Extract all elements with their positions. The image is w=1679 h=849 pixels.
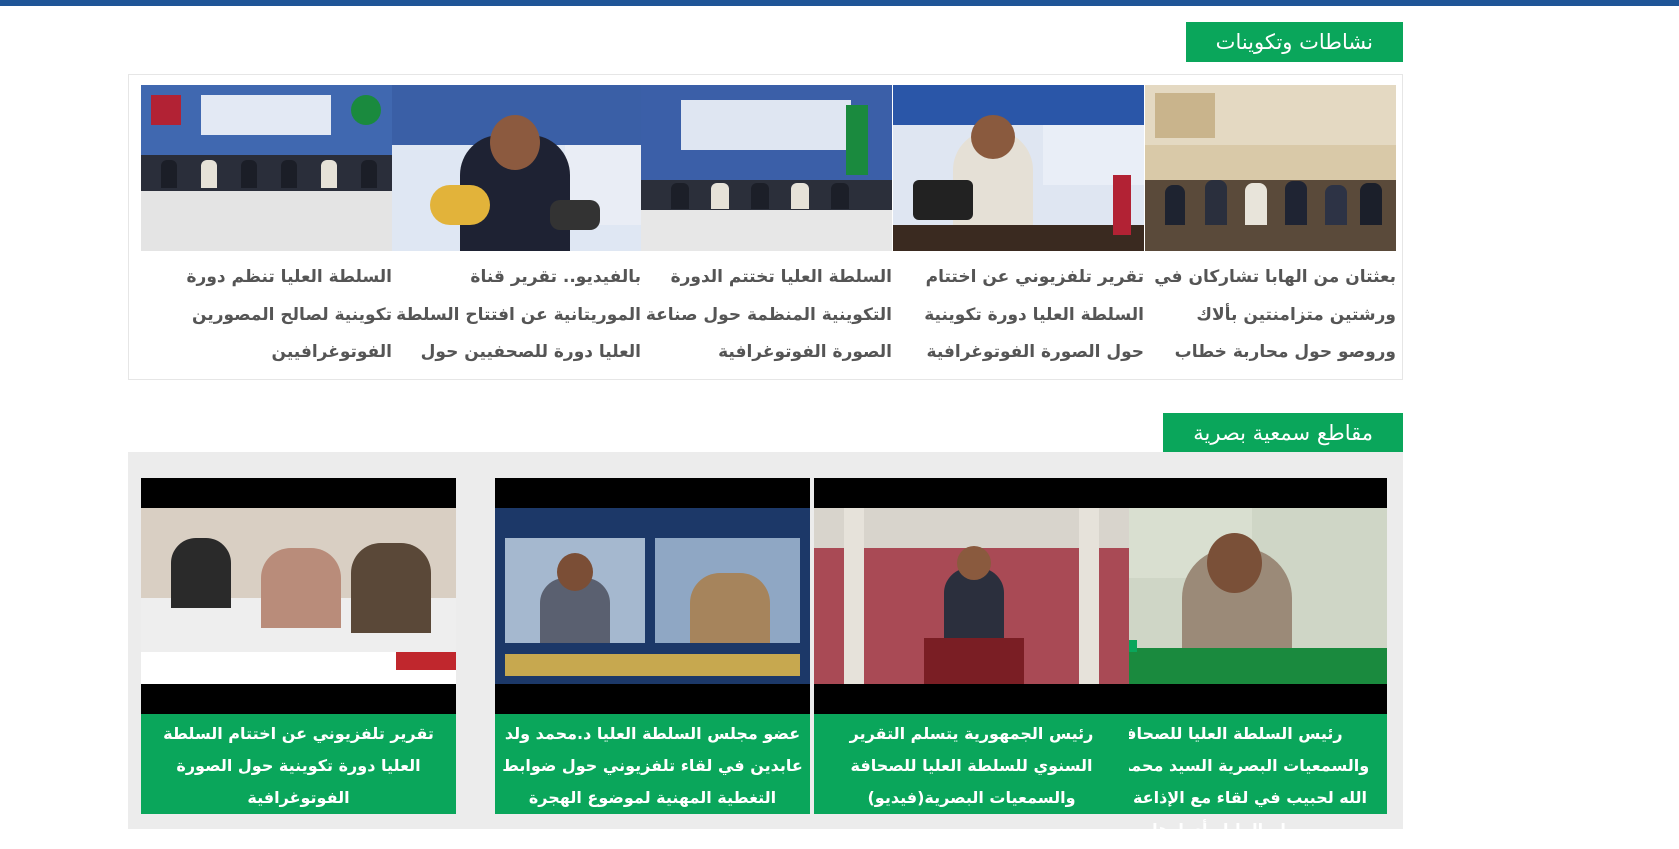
videos-panel: رئيس السلطة العليا للصحافة والسمعيات الب…: [128, 452, 1403, 839]
activity-title[interactable]: تقرير تلفزيوني عن اختتام السلطة العليا د…: [893, 259, 1144, 371]
activity-card[interactable]: السلطة العليا تختتم الدورة التكوينية الم…: [641, 85, 892, 371]
activity-thumbnail[interactable]: [390, 85, 641, 251]
activity-thumbnail[interactable]: [893, 85, 1144, 251]
video-thumbnail[interactable]: [495, 478, 810, 714]
activities-carousel: بعثتان من الهابا تشاركان في ورشتين متزام…: [128, 74, 1403, 380]
activity-title[interactable]: بالفيديو.. تقرير قناة الموريتانية عن افت…: [390, 259, 641, 371]
video-card[interactable]: عضو مجلس السلطة العليا د.محمد ولد عابدين…: [495, 478, 810, 814]
video-card[interactable]: رئيس الجمهورية يتسلم التقرير السنوي للسل…: [814, 478, 1129, 814]
video-thumbnail[interactable]: [141, 478, 456, 714]
activity-card[interactable]: بعثتان من الهابا تشاركان في ورشتين متزام…: [1145, 85, 1396, 371]
video-thumbnail[interactable]: [814, 478, 1129, 714]
activity-card[interactable]: السلطة العليا تنظم دورة تكوينية لصالح ال…: [141, 85, 392, 371]
activities-section-heading[interactable]: نشاطات وتكوينات: [1185, 22, 1403, 62]
activity-title[interactable]: السلطة العليا تنظم دورة تكوينية لصالح ال…: [141, 259, 392, 371]
videos-section-heading[interactable]: مقاطع سمعية بصرية: [1163, 413, 1403, 453]
activity-thumbnail[interactable]: [641, 85, 892, 251]
video-title[interactable]: رئيس الجمهورية يتسلم التقرير السنوي للسل…: [814, 714, 1129, 814]
activity-thumbnail[interactable]: [141, 85, 392, 251]
activity-card[interactable]: تقرير تلفزيوني عن اختتام السلطة العليا د…: [893, 85, 1144, 371]
video-card[interactable]: تقرير تلفزيوني عن اختتام السلطة العليا د…: [141, 478, 456, 814]
activity-title[interactable]: بعثتان من الهابا تشاركان في ورشتين متزام…: [1145, 259, 1396, 371]
activity-thumbnail[interactable]: [1145, 85, 1396, 251]
activity-title[interactable]: السلطة العليا تختتم الدورة التكوينية الم…: [641, 259, 892, 371]
activity-card[interactable]: بالفيديو.. تقرير قناة الموريتانية عن افت…: [390, 85, 641, 371]
video-title[interactable]: تقرير تلفزيوني عن اختتام السلطة العليا د…: [141, 714, 456, 814]
video-title[interactable]: عضو مجلس السلطة العليا د.محمد ولد عابدين…: [495, 714, 810, 814]
top-accent-bar: [0, 0, 1679, 6]
